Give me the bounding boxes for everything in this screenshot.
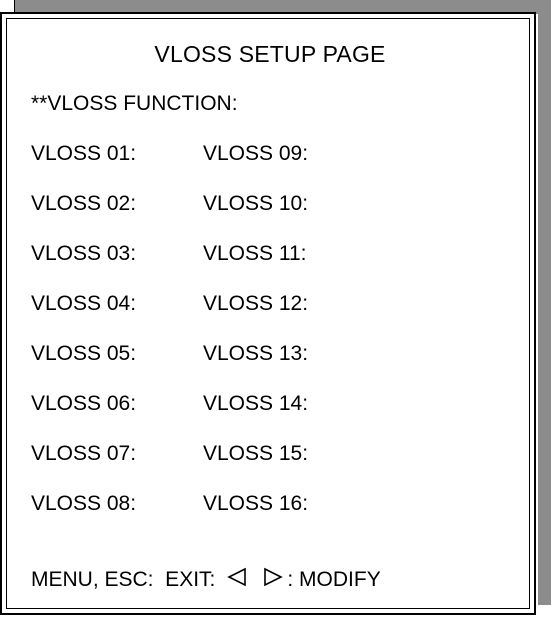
left-triangle-icon	[227, 567, 247, 593]
vloss-channel-13[interactable]: VLOSS 13:	[203, 342, 308, 365]
vloss-channel-10[interactable]: VLOSS 10:	[203, 192, 308, 215]
channel-row: VLOSS 07: VLOSS 15:	[31, 442, 308, 466]
channel-row: VLOSS 08: VLOSS 16:	[31, 492, 308, 516]
osd-menu-frame: VLOSS SETUP PAGE **VLOSS FUNCTION: VLOSS…	[0, 12, 536, 615]
channel-row: VLOSS 02: VLOSS 10:	[31, 192, 308, 216]
vloss-channel-15[interactable]: VLOSS 15:	[203, 442, 308, 465]
vloss-channel-04[interactable]: VLOSS 04:	[31, 292, 203, 316]
channel-row: VLOSS 06: VLOSS 14:	[31, 392, 308, 416]
vloss-channel-16[interactable]: VLOSS 16:	[203, 492, 308, 515]
right-triangle-icon	[263, 567, 284, 593]
vloss-channel-09[interactable]: VLOSS 09:	[203, 142, 308, 165]
vloss-channel-11[interactable]: VLOSS 11:	[203, 242, 307, 265]
vloss-channel-14[interactable]: VLOSS 14:	[203, 392, 308, 415]
page-title: VLOSS SETUP PAGE	[154, 41, 386, 67]
exit-hint-label: MENU, ESC: EXIT:	[31, 568, 216, 591]
vloss-channel-05[interactable]: VLOSS 05:	[31, 342, 203, 366]
footer-hint: MENU, ESC: EXIT: : MODIFY	[31, 567, 381, 593]
modify-hint-label: : MODIFY	[287, 568, 381, 591]
vloss-channel-08[interactable]: VLOSS 08:	[31, 492, 203, 516]
vloss-channel-01[interactable]: VLOSS 01:	[31, 142, 203, 166]
channel-row: VLOSS 03: VLOSS 11:	[31, 242, 307, 266]
vloss-channel-06[interactable]: VLOSS 06:	[31, 392, 203, 416]
shadow-panel-right	[538, 0, 551, 605]
channel-row: VLOSS 04: VLOSS 12:	[31, 292, 308, 316]
channel-row: VLOSS 05: VLOSS 13:	[31, 342, 308, 366]
vloss-channel-07[interactable]: VLOSS 07:	[31, 442, 203, 466]
vloss-channel-12[interactable]: VLOSS 12:	[203, 292, 308, 315]
vloss-channel-03[interactable]: VLOSS 03:	[31, 242, 203, 266]
vloss-channel-02[interactable]: VLOSS 02:	[31, 192, 203, 216]
vloss-function-label[interactable]: **VLOSS FUNCTION:	[31, 92, 238, 116]
channel-row: VLOSS 01: VLOSS 09:	[31, 142, 308, 166]
